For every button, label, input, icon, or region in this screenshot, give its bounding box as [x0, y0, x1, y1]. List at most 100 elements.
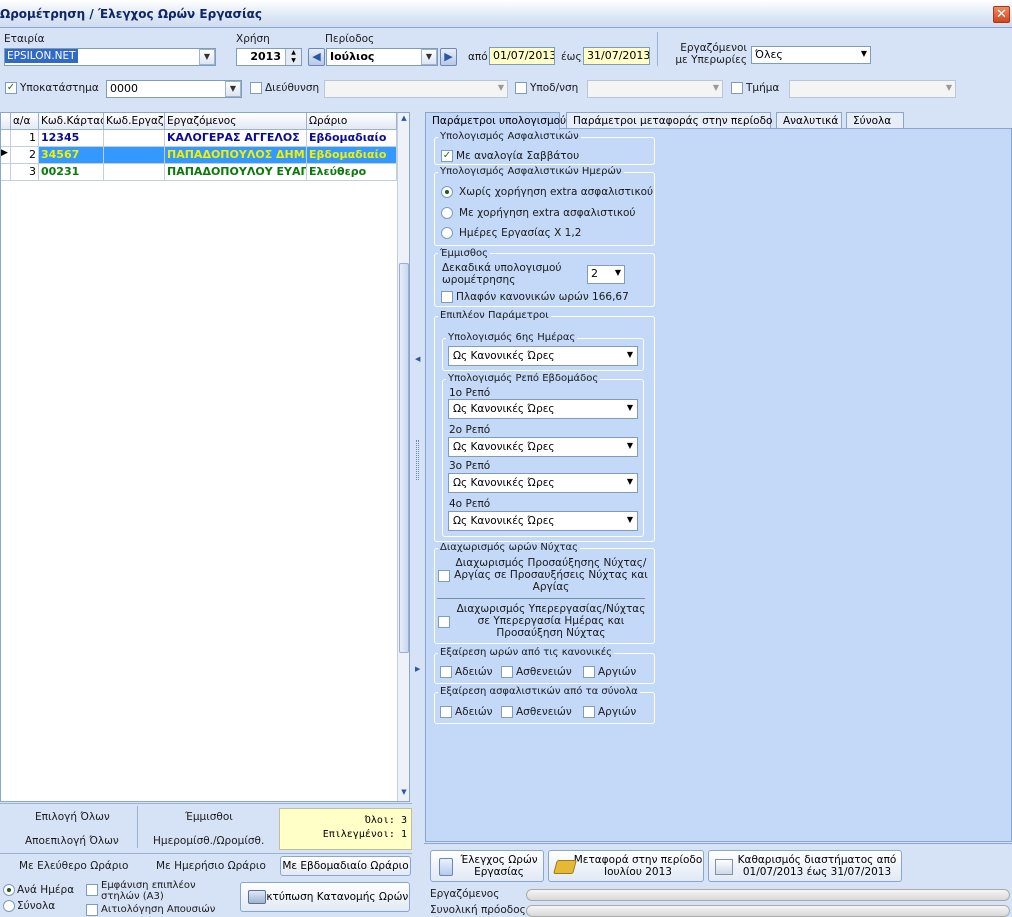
chevron-down-icon[interactable]: ▼: [615, 268, 621, 277]
exclude-hours-leaves-checkbox[interactable]: [440, 666, 452, 678]
tab-analytic[interactable]: Αναλυτικά: [776, 112, 842, 129]
rest3-select[interactable]: Ως Κανονικές Ώρες: [448, 473, 638, 493]
night-opt1-checkbox[interactable]: [438, 570, 450, 582]
from-date-field[interactable]: 01/07/2013: [489, 47, 555, 65]
tab-totals[interactable]: Σύνολα: [846, 112, 904, 129]
clear-period-button[interactable]: Καθαρισμός διαστήματος από 01/07/2013 έω…: [708, 850, 902, 882]
per-day-radio[interactable]: [3, 884, 15, 896]
no-extra-label: Χωρίς χορήγηση extra ασφαλιστικού: [459, 186, 654, 198]
col-header-code[interactable]: Κωδ.Εργαζ.: [104, 113, 165, 130]
grid-cell-code[interactable]: [104, 164, 165, 181]
night-opt2-checkbox[interactable]: [438, 616, 450, 628]
daily-hourly-link[interactable]: Ημερομίσθ./Ωρομίσθ.: [153, 835, 264, 847]
grid-cell-code[interactable]: [104, 130, 165, 147]
col-header-employee[interactable]: Εργαζόμενος: [165, 113, 307, 130]
collapse-right-icon[interactable]: ▶: [415, 665, 421, 675]
chevron-down-icon[interactable]: ▼: [861, 49, 867, 58]
sixth-day-select[interactable]: Ως Κανονικές Ώρες: [448, 346, 638, 366]
no-extra-radio[interactable]: [441, 186, 453, 198]
overtime-select[interactable]: Όλες ▼: [751, 46, 871, 64]
exclude-ins-leaves-checkbox[interactable]: [440, 706, 452, 718]
exclude-hours-sick-checkbox[interactable]: [501, 666, 513, 678]
check-hours-button[interactable]: Έλεγχος Ωρών Εργασίας: [430, 850, 544, 882]
grid-scrollbar[interactable]: ▲ ▼: [397, 113, 409, 801]
address-checkbox[interactable]: [250, 82, 262, 94]
grid-cell-name[interactable]: ΠΑΠΑΔΟΠΟΥΛΟΥ ΕΥΑΓΓ: [165, 164, 307, 181]
print-button-label: Εκτύπωση Κατανομής Ωρών: [259, 891, 409, 903]
grid-cell-card[interactable]: 12345: [39, 130, 104, 147]
tab-transfer-params[interactable]: Παράμετροι μεταφοράς στην περίοδο: [566, 112, 772, 129]
next-period-button[interactable]: ▶: [440, 48, 457, 66]
with-extra-radio[interactable]: [441, 207, 453, 219]
scroll-up-icon[interactable]: ▲: [399, 114, 409, 126]
department-checkbox[interactable]: [731, 82, 743, 94]
daily-schedule-link[interactable]: Με Ημερήσιο Ωράριο: [156, 860, 266, 872]
branch-select[interactable]: 0000 ▼: [106, 80, 242, 98]
to-date-field[interactable]: 31/07/2013: [583, 47, 650, 65]
row-indicator[interactable]: [1, 130, 11, 147]
chevron-down-icon[interactable]: ▼: [498, 83, 504, 92]
branch-checkbox[interactable]: ✓: [5, 82, 17, 94]
printer-icon: [248, 890, 266, 904]
decimals-select[interactable]: 2 ▼: [587, 265, 625, 284]
collapse-left-icon[interactable]: ◀: [415, 355, 421, 365]
department-select[interactable]: ▼: [789, 80, 956, 98]
grid-cell-schedule[interactable]: Εβδομαδιαίο: [307, 147, 397, 164]
row-indicator[interactable]: [1, 164, 11, 181]
grid-cell-name[interactable]: ΚΑΛΟΓΕΡΑΣ ΑΓΓΕΛΟΣ: [165, 130, 307, 147]
transfer-label: Μεταφορά στην περίοδο Ιουλίου 2013: [573, 854, 703, 878]
rest4-select[interactable]: Ως Κανονικές Ώρες: [448, 511, 638, 531]
grid-cell-card[interactable]: 34567: [39, 147, 104, 164]
grid-cell-code[interactable]: [104, 147, 165, 164]
rest1-select[interactable]: Ως Κανονικές Ώρες: [448, 399, 638, 419]
col-header-aa[interactable]: α/α: [11, 113, 39, 130]
print-distribution-button[interactable]: Εκτύπωση Κατανομής Ωρών: [240, 882, 410, 912]
chevron-down-icon[interactable]: ▼: [946, 83, 952, 92]
chevron-down-icon[interactable]: ▼: [713, 83, 719, 92]
grid-cell-aa[interactable]: 3: [11, 164, 39, 181]
row-indicator[interactable]: ▶: [1, 147, 11, 164]
panel-splitter[interactable]: ◀ ▶: [414, 110, 422, 810]
exclude-hours-holidays-checkbox[interactable]: [583, 666, 595, 678]
exclude-ins-holidays-checkbox[interactable]: [583, 706, 595, 718]
rest2-select[interactable]: Ως Κανονικές Ώρες: [448, 437, 638, 457]
scroll-thumb[interactable]: [399, 263, 409, 653]
employee-grid[interactable]: α/α Κωδ.Κάρτας Κωδ.Εργαζ. Εργαζόμενος Ωρ…: [0, 112, 410, 802]
subsection-select[interactable]: ▼: [587, 80, 723, 98]
address-select[interactable]: ▼: [324, 80, 508, 98]
spin-icon[interactable]: ▲ ▼: [285, 49, 301, 65]
weekly-schedule-button[interactable]: Με Εβδομαδιαίο Ωράριο: [280, 856, 411, 876]
subsection-checkbox[interactable]: [515, 82, 527, 94]
totals-radio[interactable]: [3, 900, 15, 912]
transfer-button[interactable]: Μεταφορά στην περίοδο Ιουλίου 2013: [548, 850, 704, 882]
period-select[interactable]: Ιούλιος ▼: [326, 48, 438, 66]
free-schedule-link[interactable]: Με Ελεύθερο Ωράριο: [19, 860, 128, 872]
chevron-down-icon[interactable]: ▼: [225, 81, 241, 97]
absence-checkbox[interactable]: [86, 904, 98, 916]
tab-calc-params[interactable]: Παράμετροι υπολογισμού: [425, 112, 566, 130]
chevron-down-icon[interactable]: ▼: [421, 49, 437, 65]
deselect-all-link[interactable]: Αποεπιλογή Όλων: [25, 835, 119, 847]
salaried-link[interactable]: Έμμισθοι: [185, 811, 233, 823]
col-header-schedule[interactable]: Ωράριο: [307, 113, 397, 130]
grid-cell-name[interactable]: ΠΑΠΑΔΟΠΟΥΛΟΣ ΔΗΜΗΤ: [165, 147, 307, 164]
grid-cell-schedule[interactable]: Εβδομαδιαίο: [307, 130, 397, 147]
exclude-ins-sick-checkbox[interactable]: [501, 706, 513, 718]
close-button[interactable]: ✕: [993, 6, 1010, 23]
saturday-ratio-checkbox[interactable]: ✓: [441, 150, 453, 162]
company-select[interactable]: EPSILON.NET ▼: [4, 48, 216, 66]
grid-cell-schedule[interactable]: Ελεύθερο: [307, 164, 397, 181]
grid-cell-aa[interactable]: 2: [11, 147, 39, 164]
grid-cell-card[interactable]: 00231: [39, 164, 104, 181]
chevron-down-icon[interactable]: ▼: [199, 49, 215, 65]
col-header-card[interactable]: Κωδ.Κάρτας: [39, 113, 104, 130]
prev-period-button[interactable]: ◀: [308, 48, 325, 66]
year-stepper[interactable]: 2013 ▲ ▼: [236, 48, 302, 66]
select-all-link[interactable]: Επιλογή Όλων: [35, 811, 110, 823]
splitter-grip[interactable]: [416, 440, 419, 480]
grid-cell-aa[interactable]: 1: [11, 130, 39, 147]
extra-columns-checkbox[interactable]: [86, 884, 98, 896]
ceiling-checkbox[interactable]: [441, 291, 453, 303]
scroll-down-icon[interactable]: ▼: [399, 788, 409, 800]
work-days-radio[interactable]: [441, 227, 453, 239]
